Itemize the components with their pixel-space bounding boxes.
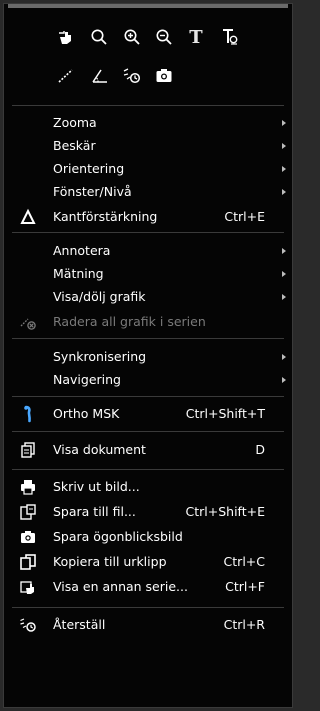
menu-item-navigering[interactable]: Navigering — [4, 368, 292, 392]
separator — [12, 232, 284, 233]
submenu-arrow-icon — [282, 271, 286, 277]
menu-top-edge — [8, 4, 288, 8]
menu-item-label: Fönster/Nivå — [53, 184, 132, 199]
shortcut-label: Ctrl+C — [223, 554, 265, 569]
menu-item-fonster-niva[interactable]: Fönster/Nivå — [4, 180, 292, 204]
menu-item-label: Synkronisering — [53, 349, 147, 364]
zoom-out-icon[interactable] — [151, 24, 177, 50]
tool-row-1: T — [4, 24, 292, 50]
document-icon — [18, 441, 38, 459]
erase-graphics-icon — [18, 313, 38, 331]
tool-row-2 — [4, 63, 292, 89]
menu-item-label: Beskär — [53, 138, 96, 153]
text-annotation-icon[interactable] — [217, 24, 243, 50]
menu-item-spara-ogonblicksbild[interactable]: Spara ögonblicksbild — [4, 525, 292, 549]
menu-item-label: Visa/dölj grafik — [53, 289, 146, 304]
shortcut-label: D — [255, 442, 265, 457]
menu-item-label: Orientering — [53, 161, 125, 176]
ortho-msk-icon — [18, 405, 38, 423]
menu-item-spara-till-fil[interactable]: Spara till fil... Ctrl+Shift+E — [4, 500, 292, 524]
menu-item-label: Annotera — [53, 243, 111, 258]
line-measure-icon[interactable] — [53, 63, 79, 89]
menu-item-skriv-ut-bild[interactable]: Skriv ut bild... — [4, 475, 292, 499]
menu-item-ortho-msk[interactable]: Ortho MSK Ctrl+Shift+T — [4, 402, 292, 426]
menu-item-synkronisering[interactable]: Synkronisering — [4, 345, 292, 369]
submenu-arrow-icon — [282, 354, 286, 360]
menu-item-label: Återställ — [53, 617, 106, 632]
show-series-icon — [18, 578, 38, 596]
menu-item-kantforstarkning[interactable]: Kantförstärkning Ctrl+E — [4, 205, 292, 229]
separator — [12, 396, 284, 397]
menu-item-label: Kantförstärkning — [53, 209, 158, 224]
menu-item-visa-en-annan-serie[interactable]: Visa en annan serie... Ctrl+F — [4, 575, 292, 599]
menu-item-label: Spara till fil... — [53, 504, 136, 519]
menu-item-radera-all-grafik[interactable]: Radera all grafik i serien — [4, 310, 292, 334]
submenu-arrow-icon — [282, 143, 286, 149]
angle-measure-icon[interactable] — [87, 63, 113, 89]
menu-item-label: Skriv ut bild... — [53, 479, 140, 494]
separator — [12, 469, 284, 470]
reset-icon — [18, 616, 38, 634]
submenu-arrow-icon — [282, 377, 286, 383]
shortcut-label: Ctrl+R — [223, 617, 265, 632]
submenu-arrow-icon — [282, 166, 286, 172]
pan-hand-icon[interactable] — [53, 24, 79, 50]
shortcut-label: Ctrl+Shift+T — [185, 406, 265, 421]
submenu-arrow-icon — [282, 189, 286, 195]
menu-item-visa-dolj-grafik[interactable]: Visa/dölj grafik — [4, 285, 292, 309]
menu-item-label: Kopiera till urklipp — [53, 554, 167, 569]
menu-item-label: Ortho MSK — [53, 406, 120, 421]
camera-icon[interactable] — [151, 63, 177, 89]
delta-icon — [18, 208, 38, 226]
camera-icon — [18, 528, 38, 546]
menu-item-matning[interactable]: Mätning — [4, 262, 292, 286]
menu-item-visa-dokument[interactable]: Visa dokument D — [4, 438, 292, 462]
menu-item-label: Spara ögonblicksbild — [53, 529, 183, 544]
separator — [12, 607, 284, 608]
shortcut-label: Ctrl+F — [225, 579, 265, 594]
reset-tool-icon[interactable] — [119, 63, 145, 89]
magnifier-icon[interactable] — [86, 24, 112, 50]
menu-item-label: Navigering — [53, 372, 121, 387]
separator — [12, 338, 284, 339]
separator — [12, 431, 284, 432]
menu-item-annotera[interactable]: Annotera — [4, 239, 292, 263]
menu-item-orientering[interactable]: Orientering — [4, 157, 292, 181]
menu-item-beskar[interactable]: Beskär — [4, 134, 292, 158]
printer-icon — [18, 478, 38, 496]
zoom-in-icon[interactable] — [119, 24, 145, 50]
menu-item-label: Visa en annan serie... — [53, 579, 188, 594]
submenu-arrow-icon — [282, 294, 286, 300]
menu-item-label: Mätning — [53, 266, 104, 281]
menu-item-label: Visa dokument — [53, 442, 146, 457]
menu-item-label: Zooma — [53, 115, 97, 130]
submenu-arrow-icon — [282, 248, 286, 254]
context-menu: T Zooma Beskär Orientering Fönster/Nivå — [3, 3, 293, 708]
submenu-arrow-icon — [282, 120, 286, 126]
menu-item-label: Radera all grafik i serien — [53, 314, 206, 329]
menu-item-zooma[interactable]: Zooma — [4, 111, 292, 135]
save-to-file-icon — [18, 503, 38, 521]
separator — [12, 105, 284, 106]
text-tool-icon[interactable]: T — [183, 24, 209, 50]
menu-item-aterstall[interactable]: Återställ Ctrl+R — [4, 613, 292, 637]
shortcut-label: Ctrl+E — [224, 209, 265, 224]
copy-icon — [18, 553, 38, 571]
shortcut-label: Ctrl+Shift+E — [185, 504, 266, 519]
menu-item-kopiera-till-urklipp[interactable]: Kopiera till urklipp Ctrl+C — [4, 550, 292, 574]
